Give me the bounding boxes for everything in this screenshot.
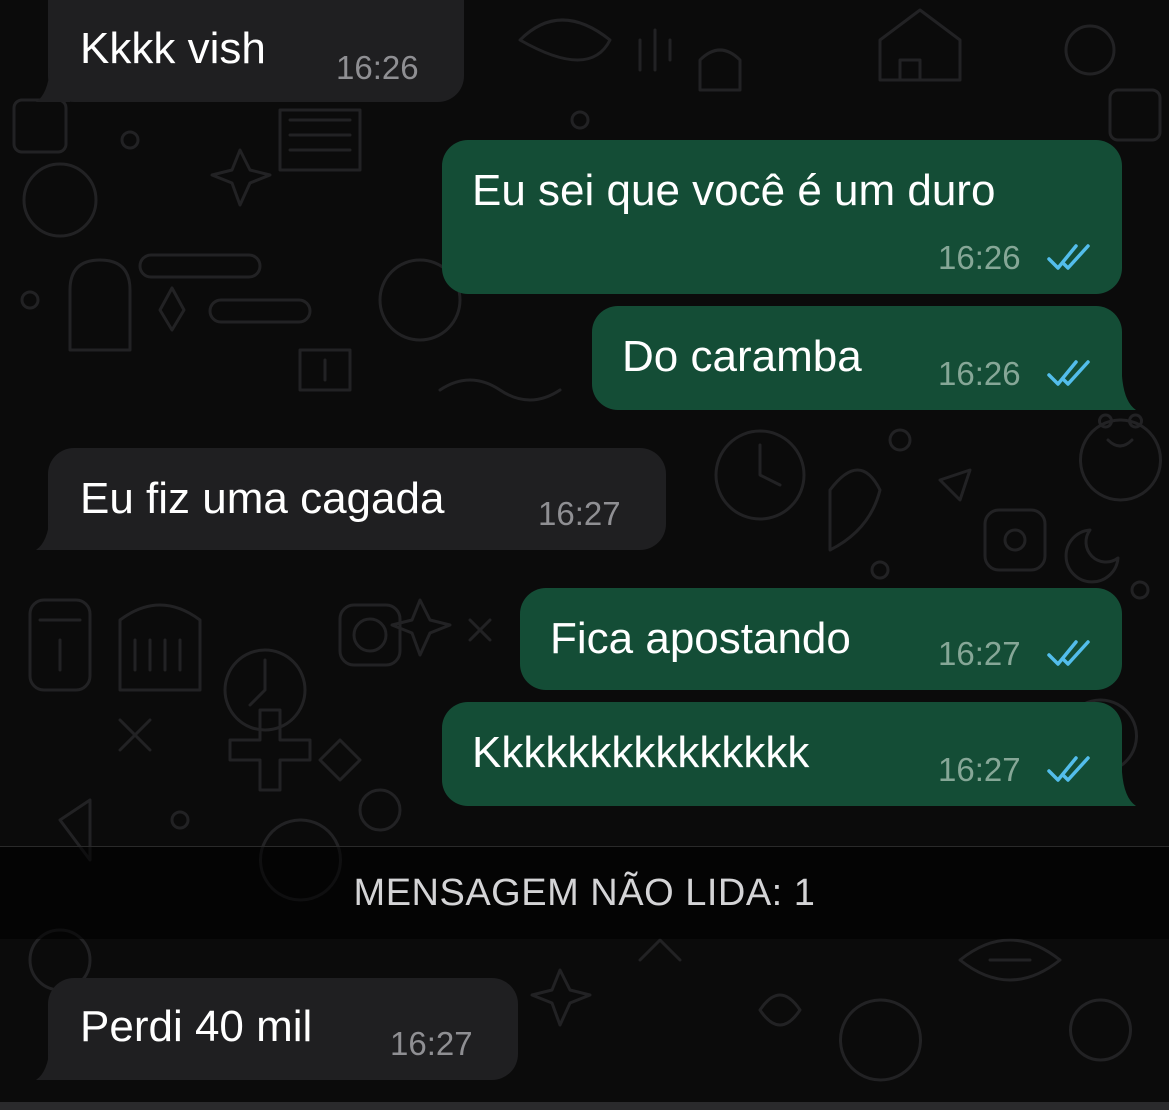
message-text: Perdi 40 mil <box>80 1002 313 1051</box>
bubble-tail <box>36 516 70 550</box>
outgoing-message[interactable]: Do caramba 16:26 <box>592 306 1122 410</box>
outgoing-message[interactable]: Fica apostando 16:27 <box>520 588 1122 690</box>
message-time: 16:26 <box>938 355 1021 392</box>
message-text: Eu sei que você é um duro <box>472 166 996 215</box>
incoming-message[interactable]: Eu fiz uma cagada 16:27 <box>48 448 666 550</box>
unread-divider: MENSAGEM NÃO LIDA: 1 <box>0 846 1169 939</box>
message-time: 16:27 <box>390 1025 473 1062</box>
outgoing-message[interactable]: Eu sei que você é um duro 16:26 <box>442 140 1122 294</box>
message-time: 16:27 <box>538 495 621 532</box>
double-check-icon <box>1047 360 1090 386</box>
message-list[interactable]: Kkkk vish 16:26 Eu sei que você é um dur… <box>0 0 1169 1110</box>
bubble-tail <box>1102 376 1136 410</box>
unread-label: MENSAGEM NÃO LIDA: 1 <box>353 872 816 914</box>
outgoing-message[interactable]: Kkkkkkkkkkkkkkk 16:27 <box>442 702 1122 806</box>
double-check-icon <box>1047 756 1090 782</box>
composer-edge <box>0 1102 1169 1110</box>
message-text: Do caramba <box>622 332 862 381</box>
double-check-icon <box>1047 640 1090 666</box>
bubble-tail <box>1102 772 1136 806</box>
bubble-tail <box>36 68 70 102</box>
message-text: Fica apostando <box>550 614 851 663</box>
message-text: Eu fiz uma cagada <box>80 474 445 523</box>
message-time: 16:27 <box>938 635 1021 672</box>
message-time: 16:27 <box>938 751 1021 788</box>
bubble-tail <box>36 1046 70 1080</box>
message-time: 16:26 <box>336 49 419 86</box>
message-time: 16:26 <box>938 239 1021 276</box>
incoming-message[interactable]: Perdi 40 mil 16:27 <box>48 978 518 1080</box>
message-text: Kkkkkkkkkkkkkkk <box>472 728 810 777</box>
message-text: Kkkk vish <box>80 24 266 73</box>
incoming-message[interactable]: Kkkk vish 16:26 <box>48 0 464 102</box>
double-check-icon <box>1047 244 1090 270</box>
